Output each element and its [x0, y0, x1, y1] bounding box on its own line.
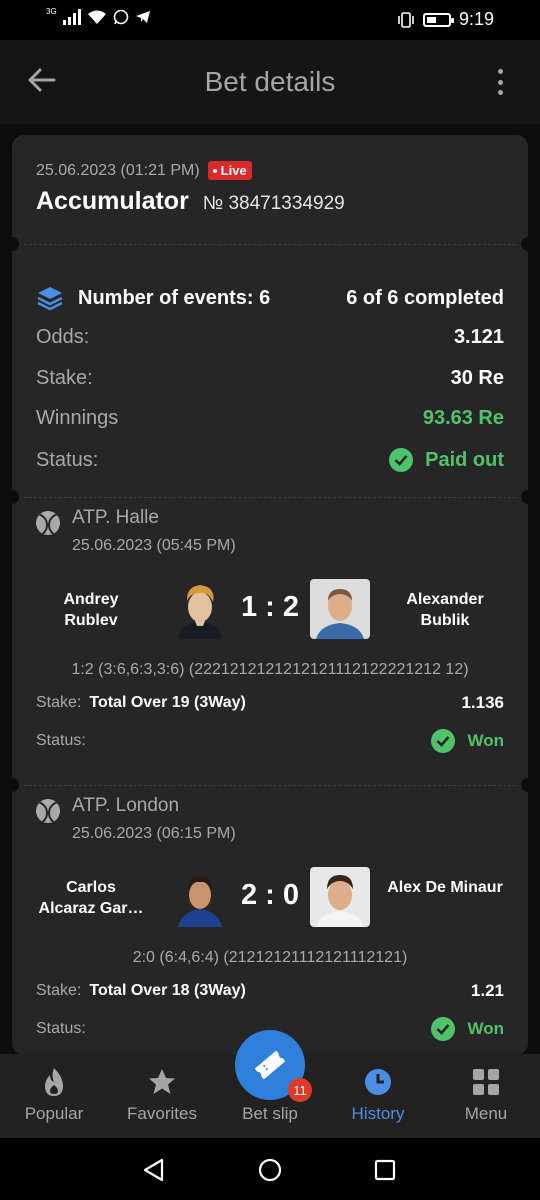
score-detail: 1:2 (3:6,6:3,3:6) (222121212121212111212… [71, 661, 469, 678]
check-circle-icon [389, 448, 414, 472]
bet-slip-count-badge: 11 [288, 1078, 312, 1102]
check-circle-icon [431, 729, 456, 753]
nav-popular[interactable]: Popular [0, 1066, 108, 1124]
events-completed: 6 of 6 completed [346, 286, 504, 309]
telegram-icon [135, 11, 150, 23]
status-bar: 3G 9:19 [0, 0, 540, 40]
score-detail: 2:0 (6:4,6:4) (21212121112121112121) [132, 949, 408, 966]
events-summary: Number of events: 6 6 of 6 completed [36, 285, 504, 311]
bet-datetime: 25.06.2023 (01:21 PM) [36, 161, 200, 179]
bet-slip-label: Bet slip [242, 1104, 298, 1123]
system-nav-bar [0, 1138, 540, 1200]
player-1-name: Carlos Alcaraz Gar… [38, 879, 144, 917]
player-1-name: Andrey Rublev [63, 591, 119, 629]
home-circle-icon[interactable] [258, 1158, 282, 1182]
odds-row: Odds: 3.121 [36, 326, 504, 348]
bet-market: Total Over 19 (3Way) [89, 694, 246, 711]
back-triangle-icon[interactable] [142, 1158, 166, 1182]
nav-menu[interactable]: Menu [432, 1066, 540, 1124]
network-type: 3G [46, 6, 57, 16]
match-score: 2 : 0 [240, 879, 300, 911]
player-2-name: Alexander Bublik [406, 591, 484, 629]
event-item[interactable]: ATP. London 25.06.2023 (06:15 PM) Carlos… [12, 785, 528, 1055]
event-odd: 1.136 [461, 693, 504, 712]
winnings-value: 93.63 Re [422, 407, 504, 429]
layers-icon [37, 287, 63, 311]
grid-icon [473, 1069, 499, 1095]
whatsapp-icon [113, 9, 128, 25]
signal-icon [62, 9, 81, 25]
player-1-avatar [178, 585, 222, 639]
player-1-avatar [178, 877, 222, 927]
app-bar: Bet details [0, 40, 540, 124]
player-2-name: Alex De Minaur [387, 879, 503, 896]
live-badge: Live [207, 161, 252, 180]
more-options-button[interactable] [488, 66, 512, 98]
event-item[interactable]: ATP. Halle 25.06.2023 (05:45 PM) Andrey … [12, 497, 528, 787]
vibrate-icon [398, 11, 414, 28]
ticket-icon [254, 1050, 286, 1080]
event-league: ATP. Halle [72, 507, 159, 528]
battery-icon [422, 12, 454, 27]
events-count: Number of events: 6 [78, 286, 271, 309]
tennis-ball-icon [36, 799, 60, 823]
bet-details-card: 25.06.2023 (01:21 PM) Live Accumulator №… [12, 135, 528, 1055]
star-icon [149, 1069, 175, 1094]
event-league: ATP. London [72, 795, 180, 816]
bet-number: № 38471334929 [202, 193, 345, 214]
event-date: 25.06.2023 (05:45 PM) [72, 537, 236, 554]
status-row: Status: Paid out [36, 448, 504, 472]
page-title: Bet details [204, 66, 336, 97]
more-vertical-icon [497, 69, 503, 74]
event-date: 25.06.2023 (06:15 PM) [72, 825, 236, 842]
stake-row: Stake: 30 Re [36, 367, 504, 389]
player-2-avatar [310, 867, 370, 927]
odds-value: 3.121 [453, 326, 504, 348]
event-odd: 1.21 [470, 981, 504, 1000]
clock-icon [365, 1069, 391, 1095]
wifi-icon [87, 10, 106, 24]
nav-history[interactable]: History [324, 1066, 432, 1124]
bet-type: Accumulator [36, 187, 189, 215]
flame-icon [45, 1068, 63, 1096]
nav-favorites[interactable]: Favorites [108, 1066, 216, 1124]
tennis-ball-icon [36, 511, 60, 535]
result-status: Won [431, 729, 504, 753]
bet-market: Total Over 18 (3Way) [89, 982, 246, 999]
player-2-avatar [310, 579, 370, 639]
match-score: 1 : 2 [240, 591, 300, 623]
stake-value: 30 Re [450, 367, 504, 389]
result-status: Won [431, 1017, 504, 1041]
clock: 9:19 [458, 9, 494, 29]
status-value: Paid out [425, 448, 504, 471]
check-circle-icon [431, 1017, 456, 1041]
winnings-row: Winnings 93.63 Re [36, 407, 504, 429]
recents-square-icon[interactable] [374, 1159, 396, 1181]
